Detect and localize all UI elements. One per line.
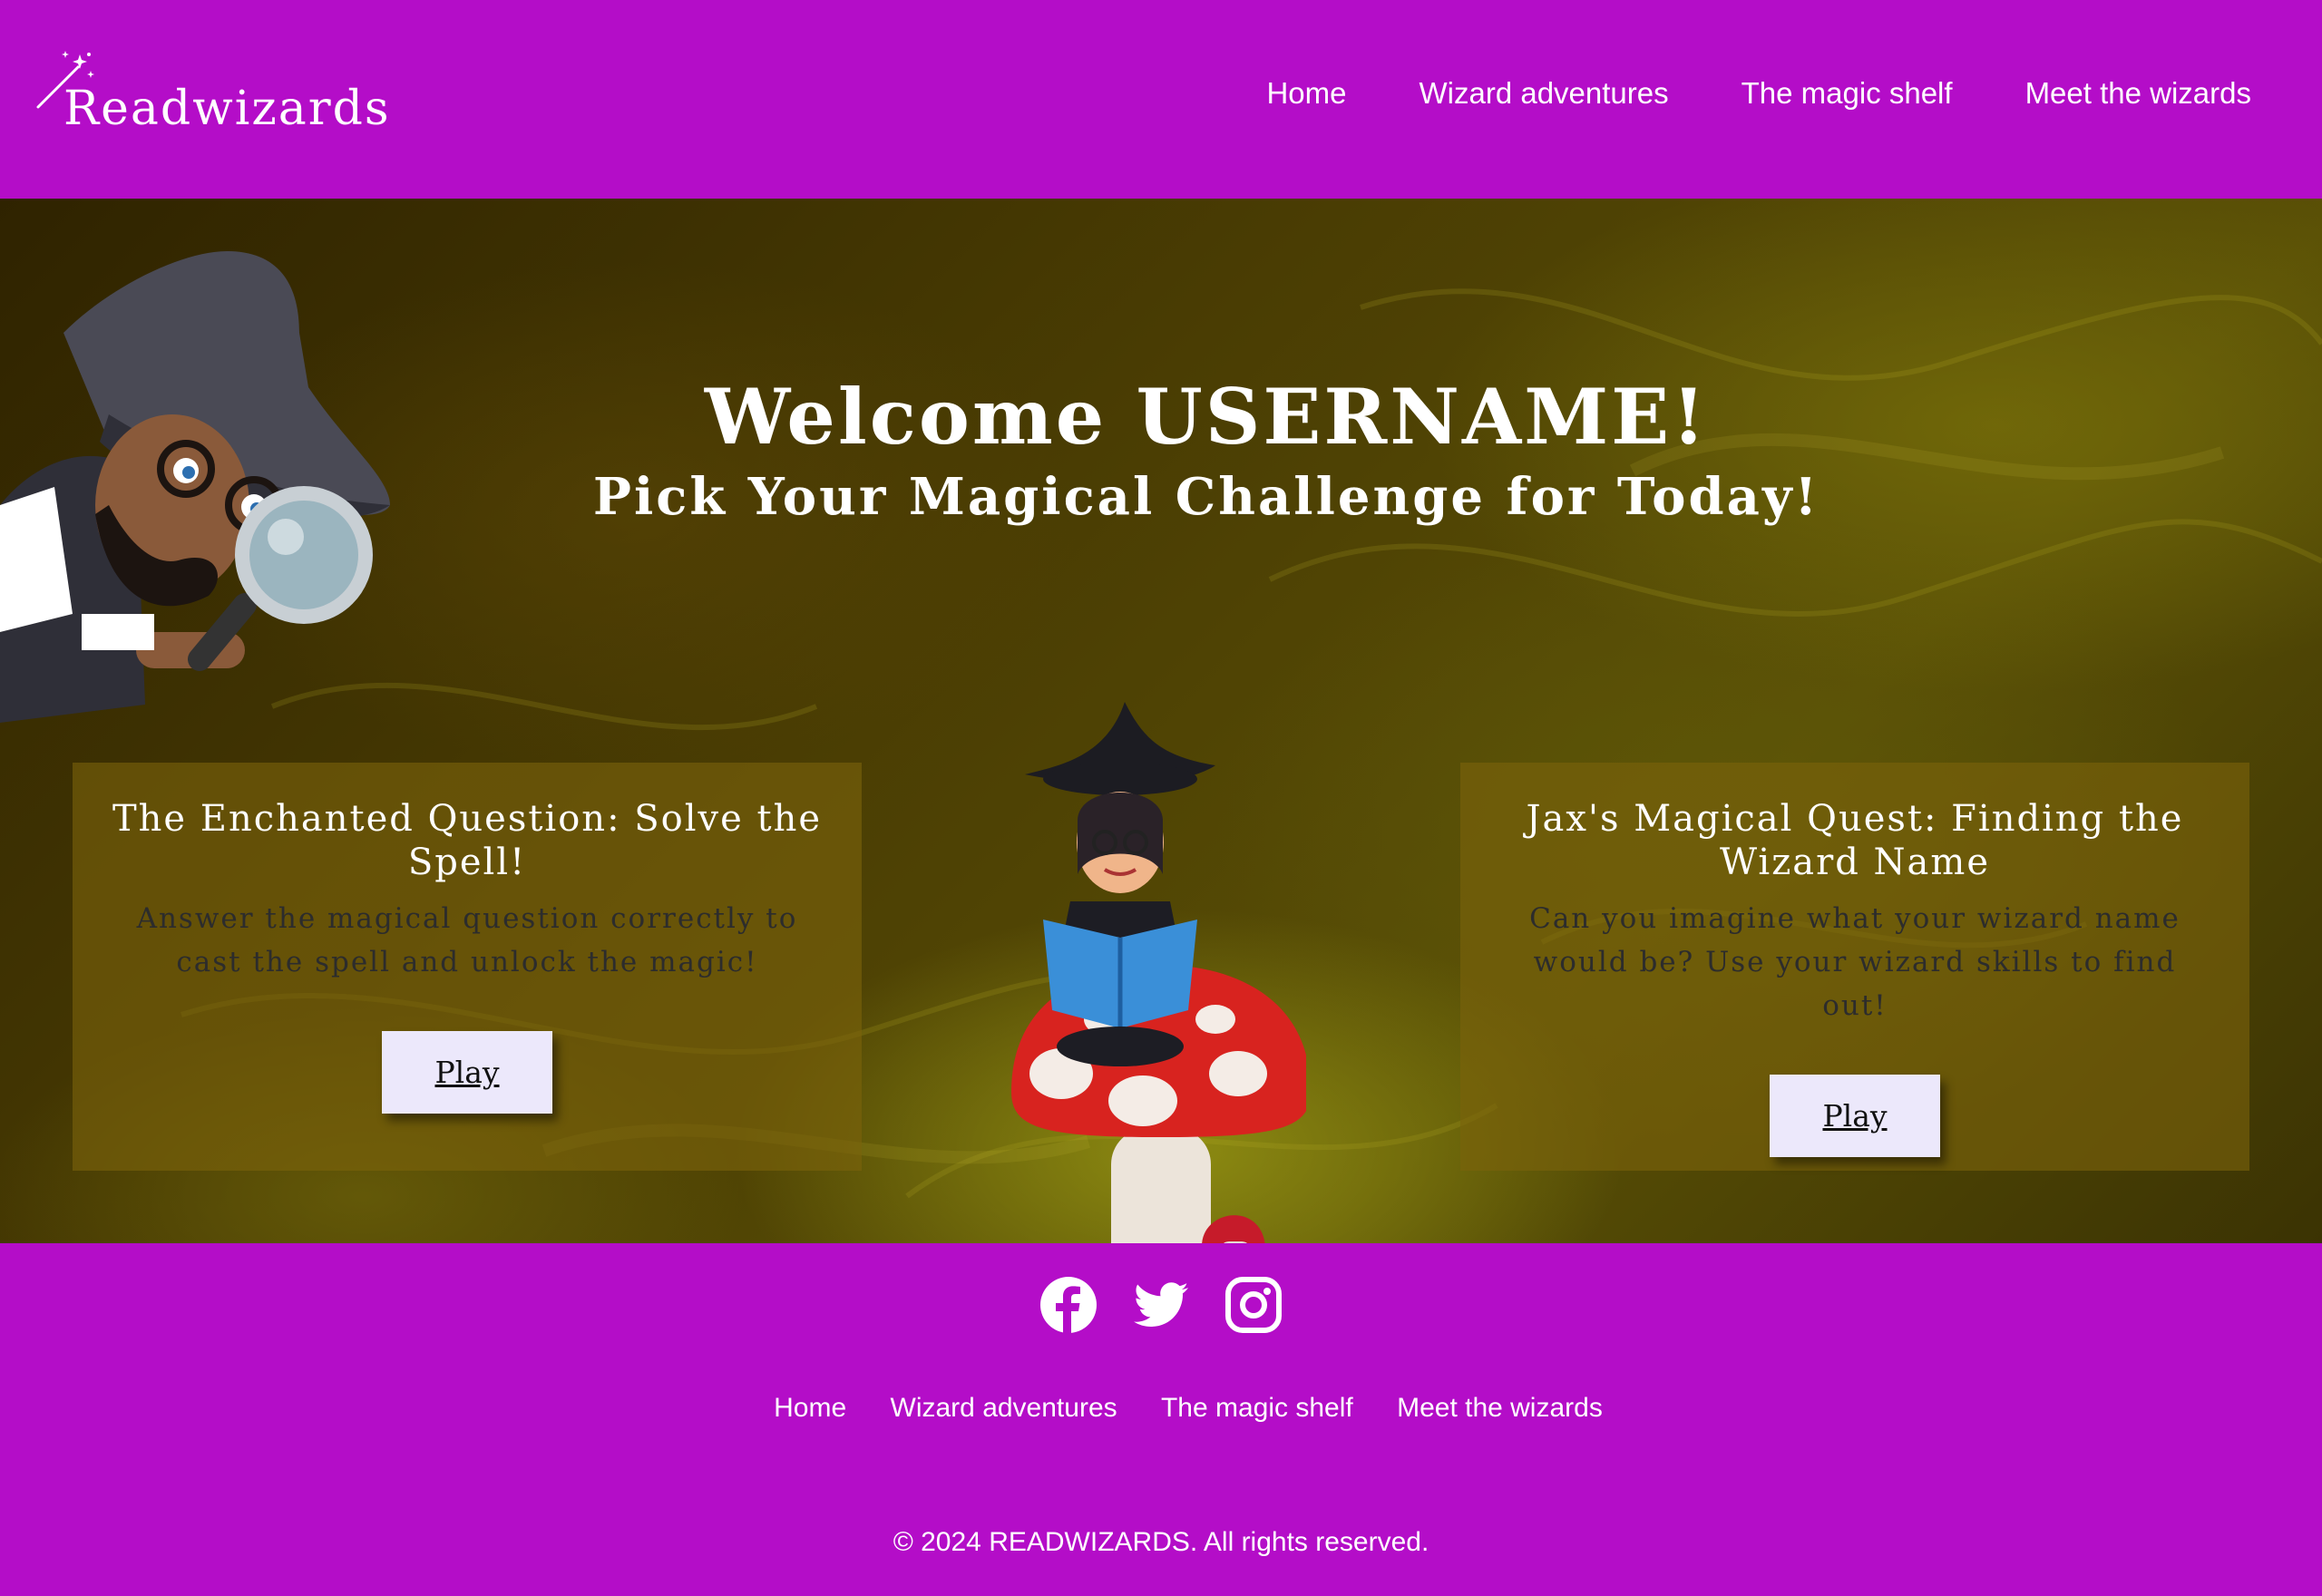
challenge-card-wizard-name: Jax's Magical Quest: Finding the Wizard … bbox=[1460, 763, 2249, 1171]
logo[interactable]: Readwizards bbox=[34, 47, 389, 147]
site-footer: Home Wizard adventures The magic shelf M… bbox=[0, 1243, 2322, 1596]
card-title: The Enchanted Question: Solve the Spell! bbox=[112, 798, 823, 883]
main-nav: Home Wizard adventures The magic shelf M… bbox=[1266, 76, 2251, 111]
footer-nav-wizard-adventures[interactable]: Wizard adventures bbox=[891, 1393, 1117, 1423]
instagram-icon bbox=[1225, 1277, 1282, 1333]
social-links bbox=[1039, 1276, 1283, 1334]
facebook-link[interactable] bbox=[1039, 1276, 1098, 1334]
footer-nav-magic-shelf[interactable]: The magic shelf bbox=[1161, 1393, 1353, 1423]
logo-text: Readwizards bbox=[63, 82, 391, 136]
card-description: Answer the magical question correctly to… bbox=[136, 902, 798, 978]
footer-nav: Home Wizard adventures The magic shelf M… bbox=[0, 1393, 2322, 1424]
footer-nav-meet-the-wizards[interactable]: Meet the wizards bbox=[1397, 1393, 1603, 1423]
play-button-enchanted-question[interactable]: Play bbox=[382, 1031, 552, 1114]
facebook-icon bbox=[1040, 1277, 1097, 1334]
hero-section: Welcome USERNAME! Pick Your Magical Chal… bbox=[0, 199, 2322, 1243]
twitter-icon bbox=[1134, 1282, 1188, 1327]
site-header: Readwizards Home Wizard adventures The m… bbox=[0, 0, 2322, 199]
nav-meet-the-wizards[interactable]: Meet the wizards bbox=[2025, 76, 2251, 111]
instagram-link[interactable] bbox=[1224, 1276, 1283, 1334]
copyright-text: © 2024 READWIZARDS. All rights reserved. bbox=[893, 1527, 1429, 1557]
nav-wizard-adventures[interactable]: Wizard adventures bbox=[1420, 76, 1669, 111]
play-button-wizard-name[interactable]: Play bbox=[1770, 1075, 1940, 1157]
challenge-card-enchanted-question: The Enchanted Question: Solve the Spell!… bbox=[73, 763, 862, 1171]
hero-title: Welcome USERNAME! bbox=[704, 372, 1709, 462]
footer-nav-home[interactable]: Home bbox=[774, 1393, 846, 1423]
witch-reading-illustration bbox=[1011, 702, 1306, 1243]
card-description: Can you imagine what your wizard name wo… bbox=[1529, 902, 2181, 1022]
twitter-link[interactable] bbox=[1132, 1276, 1190, 1334]
card-title: Jax's Magical Quest: Finding the Wizard … bbox=[1526, 798, 2184, 883]
hero-subtitle: Pick Your Magical Challenge for Today! bbox=[592, 467, 1820, 528]
nav-magic-shelf[interactable]: The magic shelf bbox=[1742, 76, 1953, 111]
nav-home[interactable]: Home bbox=[1266, 76, 1346, 111]
